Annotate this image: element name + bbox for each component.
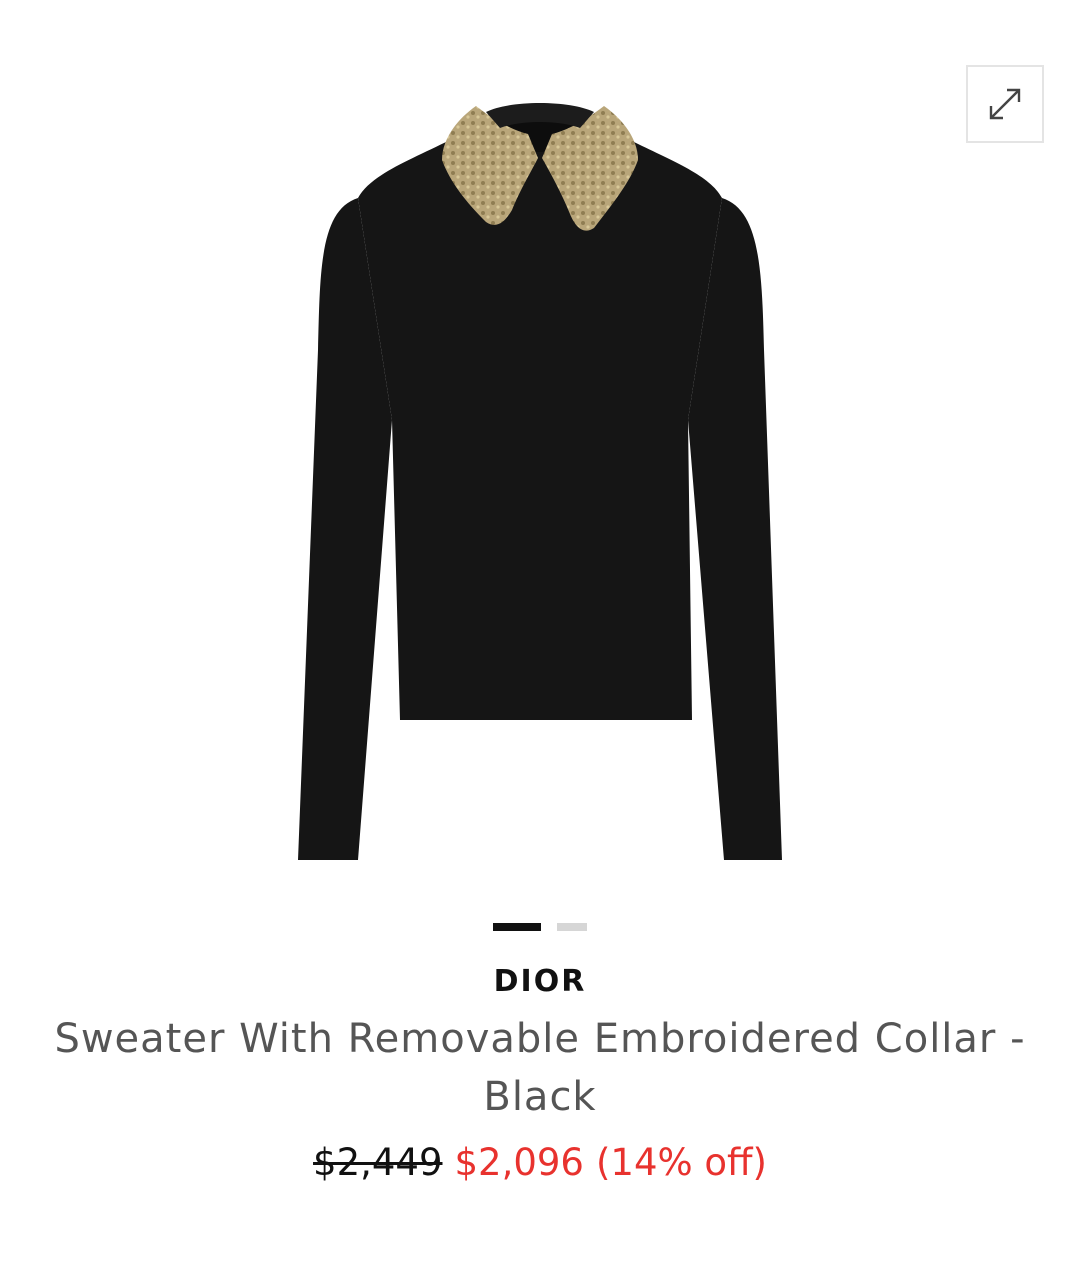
product-image[interactable] xyxy=(280,90,800,880)
sweater-illustration xyxy=(298,103,782,860)
sale-price: $2,096 xyxy=(454,1141,584,1184)
expand-button[interactable] xyxy=(966,65,1044,143)
product-brand: DIOR xyxy=(493,964,587,999)
original-price: $2,449 xyxy=(313,1141,443,1184)
price-row: $2,449 $2,096 (14% off) xyxy=(0,1138,1080,1188)
product-title: Sweater With Removable Embroidered Colla… xyxy=(40,1010,1040,1126)
pagination-dot-2[interactable] xyxy=(557,923,587,931)
product-title-line-1: Sweater With Removable Embroidered Colla… xyxy=(54,1016,1026,1062)
discount-label: (14% off) xyxy=(595,1141,767,1184)
product-title-line-2: Black xyxy=(483,1074,597,1120)
image-pagination xyxy=(493,923,587,931)
expand-icon xyxy=(987,86,1023,122)
pagination-dot-1[interactable] xyxy=(493,923,541,931)
